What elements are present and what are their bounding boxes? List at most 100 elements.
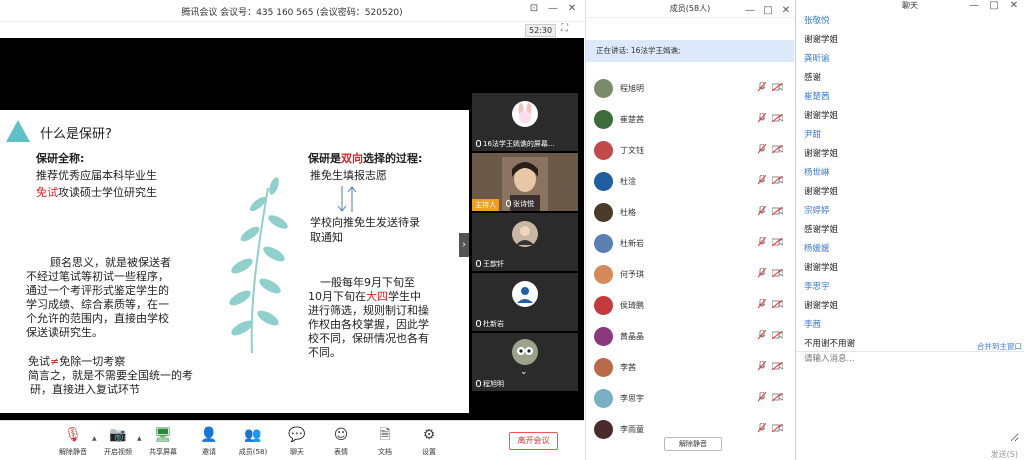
invite-icon: 👤 xyxy=(200,427,218,443)
chat-sender[interactable]: 杨世崊 xyxy=(804,166,830,178)
emoji-icon: ☺ xyxy=(333,427,349,443)
toolbar-button-5[interactable]: 💬 聊天 xyxy=(276,425,318,457)
thumb-name-text: 杜新岩 xyxy=(483,320,504,328)
chevron-down-icon[interactable]: ⌄ xyxy=(520,367,528,377)
owl-avatar-icon xyxy=(512,339,538,365)
member-row[interactable]: 杜格 xyxy=(586,200,795,231)
user-avatar-icon xyxy=(512,281,538,307)
send-button[interactable]: 发送(S) xyxy=(991,449,1018,460)
slide-text: 校不同，保研情况也各有 xyxy=(308,332,429,345)
slide-right-para-line: 一般每年9月下旬至 xyxy=(320,276,415,290)
mic-muted-icon[interactable] xyxy=(758,175,766,185)
thumb-name: 张诗悦 xyxy=(506,199,534,209)
chat-sender[interactable]: 李茜 xyxy=(804,318,821,330)
slide-para-line: 保送读研究生。 xyxy=(26,326,103,339)
mic-muted-icon[interactable] xyxy=(758,361,766,371)
mic-muted-icon[interactable] xyxy=(758,206,766,216)
camera-off-icon[interactable] xyxy=(772,424,783,432)
toolbar-label: 解除静音 xyxy=(59,448,87,456)
share-screen-icon: 🖥 xyxy=(154,427,172,443)
chat-message: 杨媛媛 谢谢学姐 xyxy=(796,242,1024,280)
chat-input[interactable] xyxy=(804,352,1019,442)
video-thumb[interactable]: 16法学王嫣谯的屏幕... xyxy=(472,93,578,151)
toolbar-button-7[interactable]: 🗎 文档 xyxy=(364,425,406,457)
document-icon: 🗎 xyxy=(379,427,391,443)
camera-off-icon[interactable] xyxy=(772,269,783,277)
close-icon[interactable]: ✕ xyxy=(1006,0,1022,12)
member-row[interactable]: 丁文钰 xyxy=(586,138,795,169)
close-icon[interactable]: ✕ xyxy=(564,3,580,14)
video-thumb[interactable]: ⌄ 程旭明 xyxy=(472,333,578,391)
camera-off-icon[interactable] xyxy=(772,393,783,401)
member-row[interactable]: 李思宇 xyxy=(586,386,795,417)
camera-off-icon[interactable] xyxy=(772,176,783,184)
mic-muted-icon[interactable] xyxy=(758,268,766,278)
mic-muted-icon[interactable] xyxy=(758,113,766,123)
avatar xyxy=(594,110,613,129)
meeting-window: 腾讯会议 会议号：435 160 565 (会议密码：520520) ⊡ — ✕… xyxy=(0,0,584,460)
toolbar-button-3[interactable]: 👤 邀请 xyxy=(188,425,230,457)
member-row[interactable]: 杜淦 xyxy=(586,169,795,200)
toolbar-button-1[interactable]: 📷 开启视频 xyxy=(97,425,139,457)
camera-off-icon[interactable] xyxy=(772,114,783,122)
minimize-icon[interactable]: — xyxy=(545,3,561,14)
toolbar-button-6[interactable]: ☺ 表情 xyxy=(320,425,362,457)
unmute-all-button[interactable]: 解除静音 xyxy=(664,437,722,451)
member-row[interactable]: 李茜 xyxy=(586,355,795,386)
thumb-name: 16法学王嫣谯的屏幕... xyxy=(476,139,555,149)
mic-muted-icon[interactable] xyxy=(758,144,766,154)
mic-muted-icon[interactable] xyxy=(758,237,766,247)
chat-sender[interactable]: 崔楚茜 xyxy=(804,90,830,102)
leave-meeting-button[interactable]: 离开会议 xyxy=(509,432,558,450)
member-row[interactable]: 何予琪 xyxy=(586,262,795,293)
member-row[interactable]: 侯琦鹏 xyxy=(586,293,795,324)
video-thumb[interactable]: 杜新岩 xyxy=(472,273,578,331)
thumb-name: 程旭明 xyxy=(476,379,504,389)
caret-up-icon[interactable]: ▲ xyxy=(137,435,142,442)
mic-muted-icon[interactable] xyxy=(758,330,766,340)
video-thumb[interactable]: 王歆钎 xyxy=(472,213,578,271)
video-thumb[interactable]: 主持人 张诗悦 xyxy=(472,153,578,211)
toolbar-button-4[interactable]: 👥 成员(58) xyxy=(232,425,274,457)
minimize-icon[interactable]: — xyxy=(966,0,982,12)
chat-sender[interactable]: 张敬悦 xyxy=(804,14,830,26)
speaking-indicator: 正在讲话: 16法学王嫣谯; xyxy=(586,40,794,62)
member-row[interactable]: 黄晶晶 xyxy=(586,324,795,355)
camera-off-icon[interactable] xyxy=(772,300,783,308)
member-row[interactable]: 崔楚茜 xyxy=(586,107,795,138)
chat-sender[interactable]: 龚昕谕 xyxy=(804,52,830,64)
mic-muted-icon[interactable] xyxy=(758,82,766,92)
member-row[interactable]: 杜新岩 xyxy=(586,231,795,262)
camera-off-icon[interactable] xyxy=(772,331,783,339)
toolbar-button-2[interactable]: 🖥 共享屏幕 xyxy=(142,425,184,457)
maximize-icon[interactable]: □ xyxy=(760,2,776,20)
camera-off-icon[interactable] xyxy=(772,362,783,370)
thumb-name-text: 张诗悦 xyxy=(513,200,534,208)
caret-up-icon[interactable]: ▲ xyxy=(92,435,97,442)
mic-muted-icon[interactable] xyxy=(758,299,766,309)
chat-sender[interactable]: 宗婷婷 xyxy=(804,204,830,216)
chat-sender[interactable]: 尹甜 xyxy=(804,128,821,140)
camera-off-icon[interactable] xyxy=(772,238,783,246)
chat-sender[interactable]: 杨媛媛 xyxy=(804,242,830,254)
camera-off-icon[interactable] xyxy=(772,207,783,215)
toolbar-button-8[interactable]: ⚙ 设置 xyxy=(408,425,450,457)
toolbar-button-0[interactable]: 🎙 解除静音 xyxy=(52,425,94,457)
camera-off-icon[interactable] xyxy=(772,83,783,91)
settings-icon: ⚙ xyxy=(422,427,436,443)
chat-sender[interactable]: 李思宇 xyxy=(804,280,830,292)
member-row[interactable]: 程旭明 xyxy=(586,76,795,107)
slide-left-line1: 推荐优秀应届本科毕业生 xyxy=(36,169,157,182)
mic-muted-icon[interactable] xyxy=(758,423,766,433)
chat-text: 谢谢学姐 xyxy=(804,149,839,159)
pin-icon[interactable]: ⊡ xyxy=(526,3,542,14)
slide-right-para-line: 进行筛选，规则制订和操 xyxy=(308,304,429,318)
maximize-icon[interactable]: □ xyxy=(986,0,1002,12)
close-icon[interactable]: ✕ xyxy=(778,2,794,20)
member-name: 崔楚茜 xyxy=(620,115,644,124)
camera-off-icon[interactable] xyxy=(772,145,783,153)
fullscreen-icon[interactable]: ⛶ xyxy=(561,23,568,34)
collapse-thumbs-icon[interactable]: › xyxy=(459,233,469,257)
mic-muted-icon[interactable] xyxy=(758,392,766,402)
minimize-icon[interactable]: — xyxy=(742,2,758,20)
